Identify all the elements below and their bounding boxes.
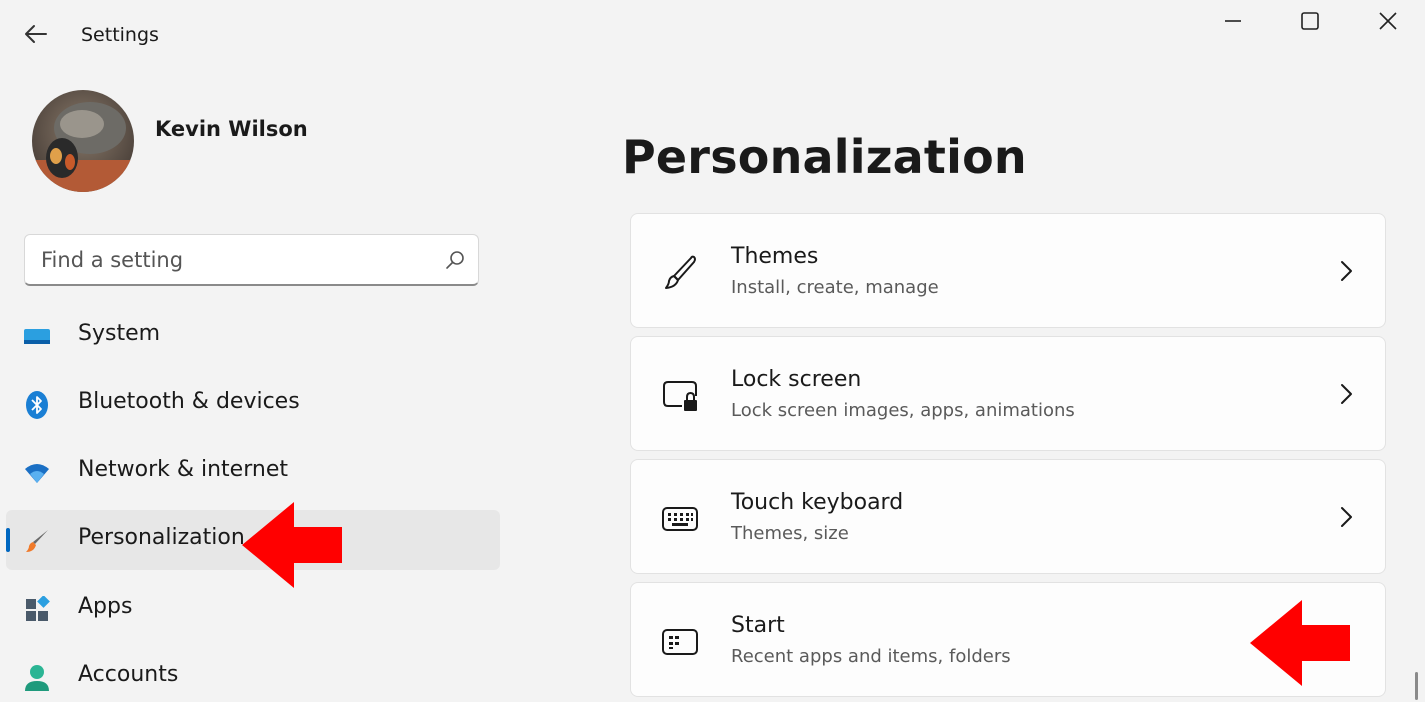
avatar[interactable] (32, 90, 134, 192)
sidebar-item-system[interactable]: System (6, 306, 500, 366)
avatar-photo-icon (32, 90, 134, 192)
paintbrush-icon (22, 526, 52, 556)
sidebar-item-label: System (78, 321, 161, 346)
sidebar-item-bluetooth[interactable]: Bluetooth & devices (6, 374, 500, 434)
close-button[interactable] (1365, 6, 1411, 36)
card-subtitle: Themes, size (731, 523, 849, 544)
card-title: Touch keyboard (731, 490, 904, 515)
bluetooth-icon (22, 390, 52, 420)
lock-screen-card[interactable]: Lock screen Lock screen images, apps, an… (630, 336, 1386, 451)
themes-card[interactable]: Themes Install, create, manage (630, 213, 1386, 328)
title-bar: Settings (0, 0, 1425, 70)
back-button[interactable] (22, 20, 50, 48)
sidebar-item-label: Apps (78, 594, 133, 619)
system-display-icon (22, 322, 52, 352)
card-title: Start (731, 613, 785, 638)
accounts-icon (22, 663, 52, 693)
page-title: Personalization (622, 130, 1027, 184)
chevron-right-icon (1341, 261, 1352, 281)
wifi-icon (22, 458, 52, 488)
card-subtitle: Recent apps and items, folders (731, 646, 1011, 667)
sidebar-item-label: Network & internet (78, 457, 288, 482)
touch-keyboard-card[interactable]: Touch keyboard Themes, size (630, 459, 1386, 574)
app-title: Settings (81, 24, 159, 46)
search-box[interactable] (24, 234, 479, 286)
sidebar-item-label: Bluetooth & devices (78, 389, 300, 414)
card-subtitle: Install, create, manage (731, 277, 939, 298)
user-name: Kevin Wilson (155, 117, 308, 141)
sidebar-item-accounts[interactable]: Accounts (6, 647, 500, 702)
sidebar-item-network[interactable]: Network & internet (6, 442, 500, 502)
red-arrow-start-icon (1250, 600, 1350, 686)
minimize-button[interactable] (1210, 6, 1256, 36)
card-subtitle: Lock screen images, apps, animations (731, 400, 1075, 421)
back-arrow-icon (25, 25, 47, 43)
apps-icon (22, 595, 52, 625)
keyboard-icon (659, 498, 701, 540)
minimize-icon (1225, 20, 1241, 22)
start-menu-icon (659, 621, 701, 663)
sidebar-item-label: Personalization (78, 525, 245, 550)
card-title: Lock screen (731, 367, 862, 392)
red-arrow-personalization-icon (242, 502, 342, 588)
brush-icon (659, 252, 701, 294)
close-icon (1379, 12, 1397, 30)
chevron-right-icon (1341, 507, 1352, 527)
search-input[interactable] (41, 245, 431, 275)
lock-screen-icon (659, 375, 701, 417)
card-title: Themes (731, 244, 819, 269)
maximize-icon (1301, 12, 1319, 30)
maximize-button[interactable] (1287, 6, 1333, 36)
search-icon[interactable] (444, 249, 466, 271)
chevron-right-icon (1341, 384, 1352, 404)
active-indicator (6, 528, 10, 552)
scrollbar-thumb[interactable] (1415, 672, 1418, 700)
sidebar-item-label: Accounts (78, 662, 179, 687)
